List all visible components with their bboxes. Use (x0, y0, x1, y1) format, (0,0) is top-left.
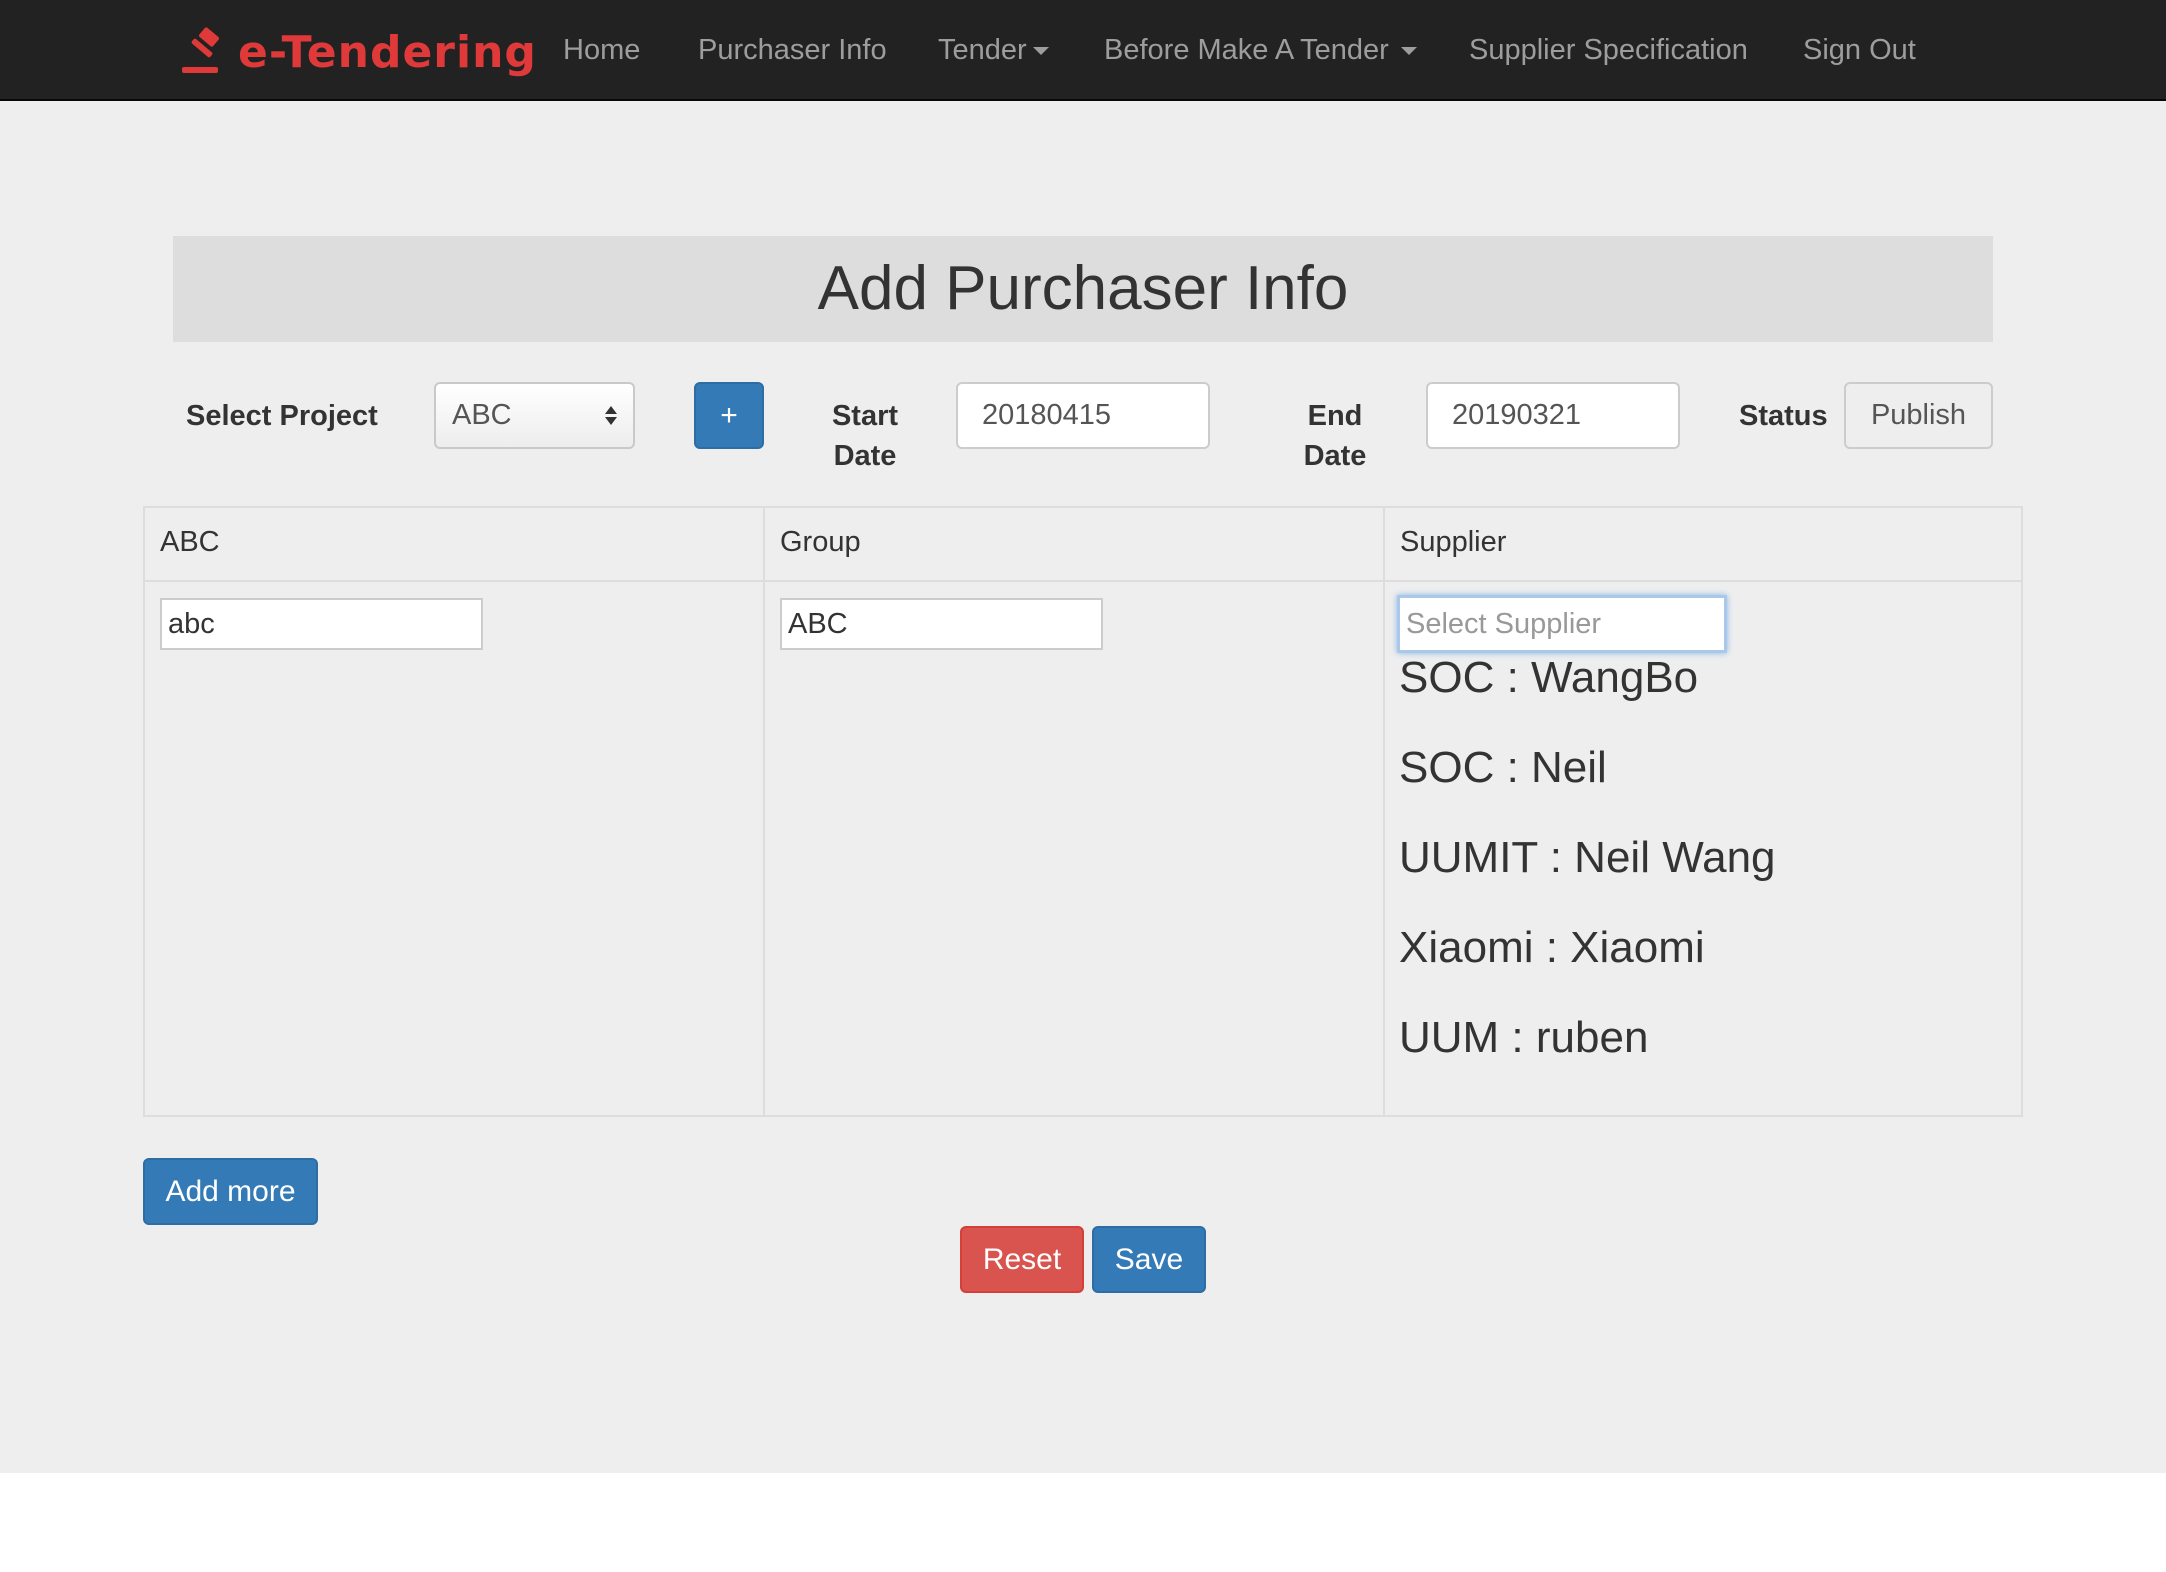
select-arrows-icon (605, 406, 617, 425)
column-divider (763, 506, 765, 1117)
add-project-button[interactable]: + (694, 382, 764, 449)
start-date-label: Start Date (831, 400, 899, 472)
abc-input[interactable]: abc (160, 598, 483, 650)
column-header-group: Group (780, 526, 861, 558)
supplier-option[interactable]: Xiaomi : Xiaomi (1399, 923, 1705, 973)
brand[interactable]: e-Tendering (180, 24, 537, 80)
nav-before-make-a-tender[interactable]: Before Make A Tender (1104, 0, 1417, 101)
end-date-input[interactable]: 20190321 (1426, 382, 1680, 449)
supplier-option[interactable]: UUMIT : Neil Wang (1399, 833, 1776, 883)
status-field: Publish (1844, 382, 1993, 449)
start-date-input[interactable]: 20180415 (956, 382, 1210, 449)
project-select[interactable]: ABC (434, 382, 635, 449)
project-select-value: ABC (452, 399, 512, 431)
supplier-option[interactable]: SOC : Neil (1399, 743, 1607, 793)
supplier-search-input[interactable]: Select Supplier (1397, 595, 1727, 653)
column-header-supplier: Supplier (1400, 526, 1507, 558)
add-more-button[interactable]: Add more (143, 1158, 318, 1225)
nav-sign-out[interactable]: Sign Out (1803, 0, 1916, 101)
column-header-abc: ABC (160, 526, 220, 558)
caret-down-icon (1400, 47, 1417, 56)
reset-button[interactable]: Reset (960, 1226, 1084, 1293)
column-divider (1383, 506, 1385, 1117)
status-label: Status (1739, 400, 1828, 432)
header-divider (143, 580, 2023, 582)
nav-purchaser-info[interactable]: Purchaser Info (698, 0, 887, 101)
gavel-icon (182, 27, 219, 73)
caret-down-icon (1032, 47, 1049, 56)
nav-home[interactable]: Home (563, 0, 640, 101)
end-date-label: End Date (1303, 400, 1367, 472)
nav-supplier-specification[interactable]: Supplier Specification (1469, 0, 1748, 101)
group-input[interactable]: ABC (780, 598, 1103, 650)
brand-name: e-Tendering (238, 26, 537, 78)
save-button[interactable]: Save (1092, 1226, 1206, 1293)
page-title: Add Purchaser Info (173, 236, 1993, 342)
supplier-option[interactable]: SOC : WangBo (1399, 653, 1698, 703)
select-project-label: Select Project (186, 400, 378, 432)
supplier-option[interactable]: UUM : ruben (1399, 1013, 1648, 1063)
nav-tender[interactable]: Tender (938, 0, 1049, 101)
